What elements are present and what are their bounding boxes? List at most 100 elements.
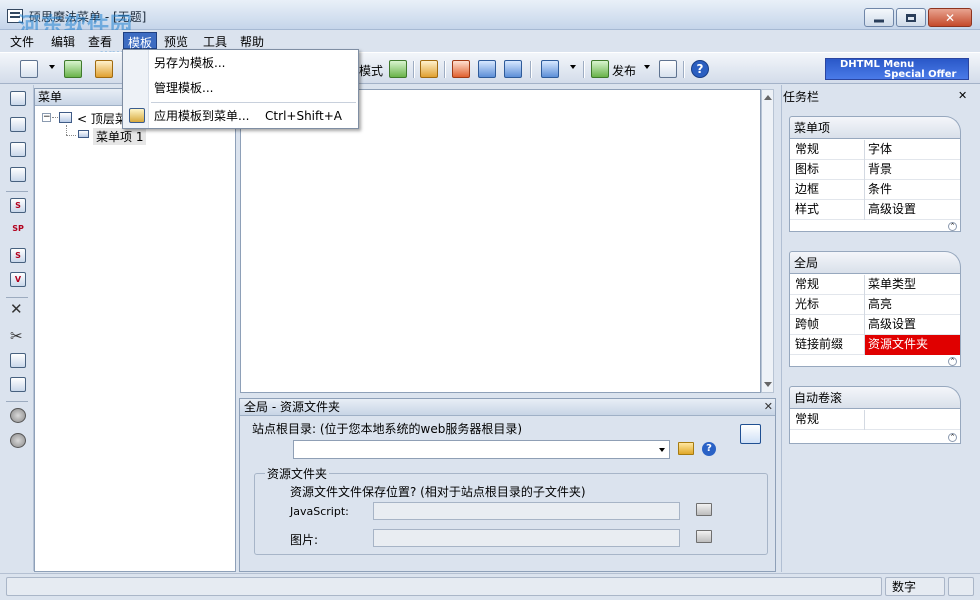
menu-item-label: 管理模板... bbox=[154, 81, 214, 95]
refresh-icon[interactable] bbox=[389, 60, 407, 78]
resource-folder-group-title: 资源文件夹 bbox=[265, 465, 330, 482]
publish-icon[interactable] bbox=[591, 60, 609, 78]
copy-icon[interactable] bbox=[10, 353, 26, 368]
tree-item-node[interactable]: 菜单项 1 bbox=[93, 128, 147, 145]
maximize-icon bbox=[906, 13, 916, 22]
ad-banner[interactable]: DHTML Menu Special Offer bbox=[825, 58, 969, 80]
tree-collapse-toggle[interactable]: − bbox=[42, 113, 51, 122]
add-item-icon[interactable] bbox=[10, 117, 26, 132]
publish-dropdown-arrow[interactable] bbox=[644, 65, 650, 69]
status-extra-cell bbox=[948, 577, 974, 596]
task-row: 常规 bbox=[790, 410, 960, 430]
task-section-body: 常规 字体 图标 背景 边框 条件 样式 高级设置 ⌃ bbox=[789, 138, 961, 232]
publish-label[interactable]: 发布 bbox=[612, 62, 636, 79]
edit-menu-icon[interactable] bbox=[420, 60, 438, 78]
add-separator-icon[interactable]: S bbox=[10, 198, 26, 213]
canvas-vertical-scrollbar[interactable] bbox=[761, 89, 774, 393]
paste-icon[interactable] bbox=[10, 377, 26, 392]
task-section-title[interactable]: 全局 bbox=[789, 251, 961, 273]
javascript-folder-input[interactable] bbox=[373, 502, 680, 520]
help-icon[interactable]: ? bbox=[702, 442, 716, 456]
help-icon[interactable]: ? bbox=[691, 60, 709, 78]
javascript-label: JavaScript: bbox=[290, 505, 349, 518]
task-link[interactable]: 边框 bbox=[790, 180, 865, 200]
maximize-button[interactable] bbox=[896, 8, 926, 27]
add-sub-separator-icon[interactable]: S bbox=[10, 248, 26, 263]
preview-icon[interactable] bbox=[541, 60, 559, 78]
menu-file[interactable]: 文件 bbox=[6, 32, 38, 49]
task-link[interactable]: 条件 bbox=[865, 180, 960, 200]
task-link[interactable]: 高亮 bbox=[865, 295, 960, 315]
preview-dropdown-arrow[interactable] bbox=[570, 65, 576, 69]
menu-item-shortcut: Ctrl+Shift+A bbox=[265, 109, 342, 123]
layout-icon[interactable] bbox=[452, 60, 470, 78]
collapse-icon[interactable]: ⌃ bbox=[948, 222, 957, 231]
resize-icon[interactable] bbox=[504, 60, 522, 78]
task-row: 链接前缀 资源文件夹 bbox=[790, 335, 960, 355]
menu-tools[interactable]: 工具 bbox=[199, 32, 231, 49]
menu-edit[interactable]: 编辑 bbox=[47, 32, 79, 49]
close-button[interactable]: ✕ bbox=[928, 8, 972, 27]
task-link[interactable]: 光标 bbox=[790, 295, 865, 315]
menu-separator bbox=[151, 102, 356, 103]
page-settings-icon[interactable] bbox=[740, 424, 761, 444]
add-vertical-separator-icon[interactable]: V bbox=[10, 272, 26, 287]
task-link[interactable]: 菜单类型 bbox=[865, 275, 960, 295]
menu-item-save-as-template[interactable]: 另存为模板... bbox=[123, 52, 358, 74]
task-section-title[interactable]: 自动卷滚 bbox=[789, 386, 961, 408]
task-link[interactable]: 常规 bbox=[790, 140, 865, 160]
new-file-icon[interactable] bbox=[20, 60, 38, 78]
properties-title: 全局 - 资源文件夹 bbox=[240, 399, 775, 416]
collapse-icon[interactable]: ⌃ bbox=[948, 433, 957, 442]
task-link[interactable]: 高级设置 bbox=[865, 200, 960, 220]
move-up-icon[interactable] bbox=[10, 408, 26, 423]
settings-icon[interactable] bbox=[478, 60, 496, 78]
add-menu-icon[interactable] bbox=[10, 91, 26, 106]
browse-image-folder-icon[interactable] bbox=[696, 530, 712, 543]
task-link[interactable]: 高级设置 bbox=[865, 315, 960, 335]
task-link[interactable]: 背景 bbox=[865, 160, 960, 180]
chevron-down-icon[interactable] bbox=[659, 448, 665, 452]
save-icon[interactable] bbox=[95, 60, 113, 78]
browse-javascript-folder-icon[interactable] bbox=[696, 503, 712, 516]
task-link[interactable]: 常规 bbox=[790, 410, 865, 430]
menu-view[interactable]: 查看 bbox=[84, 32, 116, 49]
task-pane-title: 任务栏 bbox=[783, 90, 820, 104]
add-subitem-icon[interactable] bbox=[10, 142, 26, 157]
task-section-title[interactable]: 菜单项 bbox=[789, 116, 961, 138]
scroll-down-arrow[interactable] bbox=[764, 382, 772, 387]
cut-icon[interactable]: ✂ bbox=[10, 327, 23, 345]
task-section-body: 常规 ⌃ bbox=[789, 408, 961, 444]
task-link[interactable]: 图标 bbox=[790, 160, 865, 180]
left-toolbar-separator bbox=[6, 401, 28, 402]
properties-close-icon[interactable]: ✕ bbox=[764, 400, 773, 413]
task-link[interactable]: 跨帧 bbox=[790, 315, 865, 335]
scroll-up-arrow[interactable] bbox=[764, 95, 772, 100]
move-down-icon[interactable] bbox=[10, 433, 26, 448]
task-link[interactable]: 字体 bbox=[865, 140, 960, 160]
minimize-button[interactable] bbox=[864, 8, 894, 27]
menu-template[interactable]: 模板 bbox=[123, 32, 158, 50]
task-pane-close-icon[interactable]: ✕ bbox=[958, 89, 967, 102]
home-icon[interactable] bbox=[659, 60, 677, 78]
task-link-selected[interactable]: 资源文件夹 bbox=[865, 335, 960, 355]
task-link[interactable]: 链接前缀 bbox=[790, 335, 865, 355]
menu-preview[interactable]: 预览 bbox=[160, 32, 192, 49]
preview-canvas[interactable] bbox=[240, 89, 761, 393]
collapse-icon[interactable]: ⌃ bbox=[948, 357, 957, 366]
task-link[interactable]: 样式 bbox=[790, 200, 865, 220]
open-icon[interactable] bbox=[64, 60, 82, 78]
mode-label[interactable]: 模式 bbox=[359, 62, 383, 79]
browse-folder-icon[interactable] bbox=[678, 442, 694, 455]
new-dropdown-arrow[interactable] bbox=[49, 65, 55, 69]
task-link[interactable]: 常规 bbox=[790, 275, 865, 295]
menu-item-apply-template[interactable]: 应用模板到菜单... Ctrl+Shift+A bbox=[123, 105, 358, 127]
image-folder-input[interactable] bbox=[373, 529, 680, 547]
menu-help[interactable]: 帮助 bbox=[236, 32, 268, 49]
task-link[interactable] bbox=[865, 410, 960, 430]
menu-item-manage-templates[interactable]: 管理模板... bbox=[123, 77, 358, 99]
delete-icon[interactable]: ✕ bbox=[10, 300, 23, 318]
add-spacer-icon[interactable]: SP bbox=[10, 222, 26, 237]
add-submenu-icon[interactable] bbox=[10, 167, 26, 182]
site-root-combo[interactable] bbox=[293, 440, 670, 459]
